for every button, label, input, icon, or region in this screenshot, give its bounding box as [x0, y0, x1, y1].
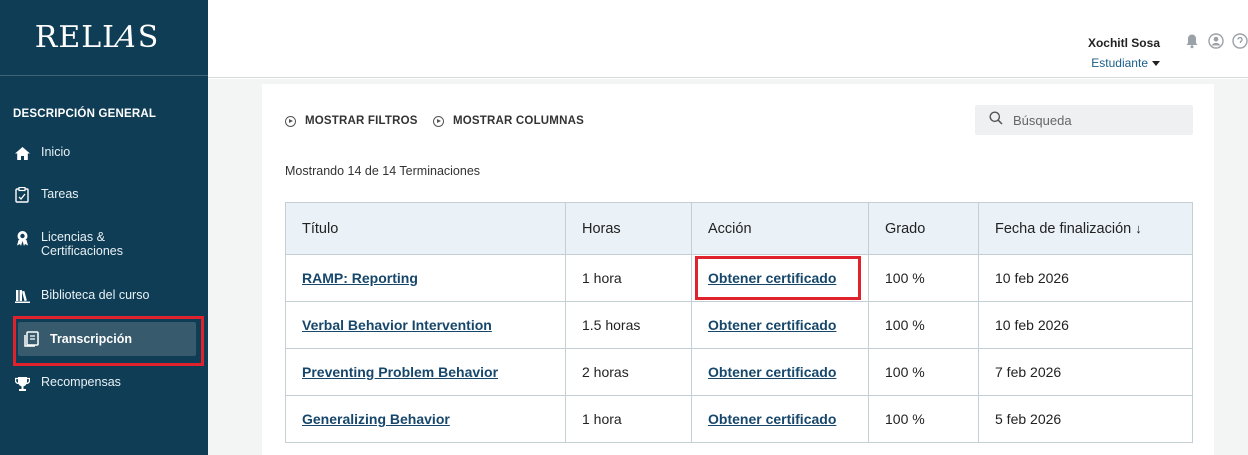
sidebar-item-label: Inicio — [41, 145, 71, 159]
action-cell: Obtener certificado — [691, 301, 869, 349]
caret-down-icon — [1152, 61, 1160, 67]
sidebar-item-label: Biblioteca del curso — [41, 288, 150, 302]
table-row: Generalizing Behavior 1 hora Obtener cer… — [285, 395, 1193, 443]
sidebar-item-label-line2: Certificaciones — [41, 244, 123, 258]
date-cell: 10 feb 2026 — [978, 301, 1193, 349]
user-role-label: Estudiante — [1091, 56, 1148, 70]
course-title-cell: RAMP: Reporting — [285, 254, 566, 302]
transcripcion-highlight-box — [13, 316, 204, 366]
date-cell: 5 feb 2026 — [978, 395, 1193, 443]
header-icons — [1184, 33, 1248, 49]
sidebar-item-inicio[interactable]: Inicio — [0, 145, 70, 161]
logo-text: RELI — [34, 20, 116, 55]
help-icon[interactable] — [1232, 33, 1248, 49]
show-columns-button[interactable]: MOSTRAR COLUMNAS — [433, 115, 584, 127]
library-icon — [13, 288, 31, 304]
show-filters-label: MOSTRAR FILTROS — [305, 115, 418, 127]
action-cell: Obtener certificado — [691, 395, 869, 443]
course-title-cell: Verbal Behavior Intervention — [285, 301, 566, 349]
hours-cell: 1.5 horas — [565, 301, 692, 349]
clipboard-icon — [13, 187, 31, 203]
grade-cell: 100 % — [868, 254, 979, 302]
hours-cell: 1 hora — [565, 395, 692, 443]
sidebar-heading: DESCRIPCIÓN GENERAL — [13, 108, 157, 120]
trophy-icon — [13, 375, 31, 391]
relias-logo[interactable]: RELI A S — [0, 0, 208, 75]
chevron-right-circle-icon — [433, 115, 444, 127]
course-title-cell: Generalizing Behavior — [285, 395, 566, 443]
sidebar-item-licencias[interactable]: Licencias & Certificaciones — [0, 230, 123, 258]
get-certificate-link[interactable]: Obtener certificado — [708, 317, 836, 333]
table-header-row: Título Horas Acción Grado Fecha de final… — [285, 202, 1193, 255]
table-row: RAMP: Reporting 1 hora Obtener certifica… — [285, 254, 1193, 302]
course-title-link[interactable]: Preventing Problem Behavior — [302, 364, 498, 380]
get-certificate-link[interactable]: Obtener certificado — [708, 270, 836, 286]
sidebar-item-biblioteca[interactable]: Biblioteca del curso — [0, 288, 149, 304]
award-icon — [13, 230, 31, 246]
get-certificate-link[interactable]: Obtener certificado — [708, 364, 836, 380]
column-header-date-label: Fecha de finalización — [995, 220, 1132, 237]
home-icon — [13, 145, 31, 161]
search-box[interactable] — [975, 105, 1193, 135]
sidebar: RELI A S DESCRIPCIÓN GENERAL Inicio Tareas… — [0, 0, 208, 455]
hours-cell: 1 hora — [565, 254, 692, 302]
chevron-right-circle-icon — [285, 115, 296, 127]
sidebar-item-label-line1: Licencias & — [41, 230, 105, 244]
search-input[interactable] — [1013, 112, 1173, 128]
search-icon — [989, 111, 1003, 130]
bell-icon[interactable] — [1184, 33, 1200, 49]
sidebar-item-label: Tareas — [41, 187, 79, 201]
table-row: Verbal Behavior Intervention 1.5 horas O… — [285, 301, 1193, 349]
results-count: Mostrando 14 de 14 Terminaciones — [285, 164, 481, 178]
grade-cell: 100 % — [868, 348, 979, 396]
sidebar-item-label: Licencias & Certificaciones — [41, 230, 123, 258]
sidebar-item-label: Recompensas — [41, 375, 121, 389]
course-title-link[interactable]: RAMP: Reporting — [302, 270, 418, 286]
sidebar-item-tareas[interactable]: Tareas — [0, 187, 79, 203]
top-header: Xochitl Sosa Estudiante — [208, 0, 1248, 78]
user-name: Xochitl Sosa — [1087, 36, 1160, 50]
transcript-table: Título Horas Acción Grado Fecha de final… — [285, 202, 1193, 443]
column-header-action[interactable]: Acción — [691, 202, 869, 255]
column-header-grade[interactable]: Grado — [868, 202, 979, 255]
column-header-title[interactable]: Título — [285, 202, 566, 255]
user-profile-icon[interactable] — [1208, 33, 1224, 49]
sidebar-item-recompensas[interactable]: Recompensas — [0, 375, 121, 391]
date-cell: 10 feb 2026 — [978, 254, 1193, 302]
action-cell: Obtener certificado — [691, 254, 869, 302]
course-title-cell: Preventing Problem Behavior — [285, 348, 566, 396]
course-title-link[interactable]: Generalizing Behavior — [302, 411, 450, 427]
sort-down-icon: ↓ — [1135, 220, 1142, 236]
show-columns-label: MOSTRAR COLUMNAS — [453, 115, 584, 127]
grade-cell: 100 % — [868, 395, 979, 443]
get-certificate-link[interactable]: Obtener certificado — [708, 411, 836, 427]
hours-cell: 2 horas — [565, 348, 692, 396]
user-role-dropdown[interactable]: Estudiante — [1091, 56, 1160, 70]
show-filters-button[interactable]: MOSTRAR FILTROS — [285, 115, 418, 127]
date-cell: 7 feb 2026 — [978, 348, 1193, 396]
action-cell: Obtener certificado — [691, 348, 869, 396]
column-header-hours[interactable]: Horas — [565, 202, 692, 255]
grade-cell: 100 % — [868, 301, 979, 349]
column-header-date[interactable]: Fecha de finalización ↓ — [978, 202, 1193, 255]
course-title-link[interactable]: Verbal Behavior Intervention — [302, 317, 492, 333]
table-row: Preventing Problem Behavior 2 horas Obte… — [285, 348, 1193, 396]
